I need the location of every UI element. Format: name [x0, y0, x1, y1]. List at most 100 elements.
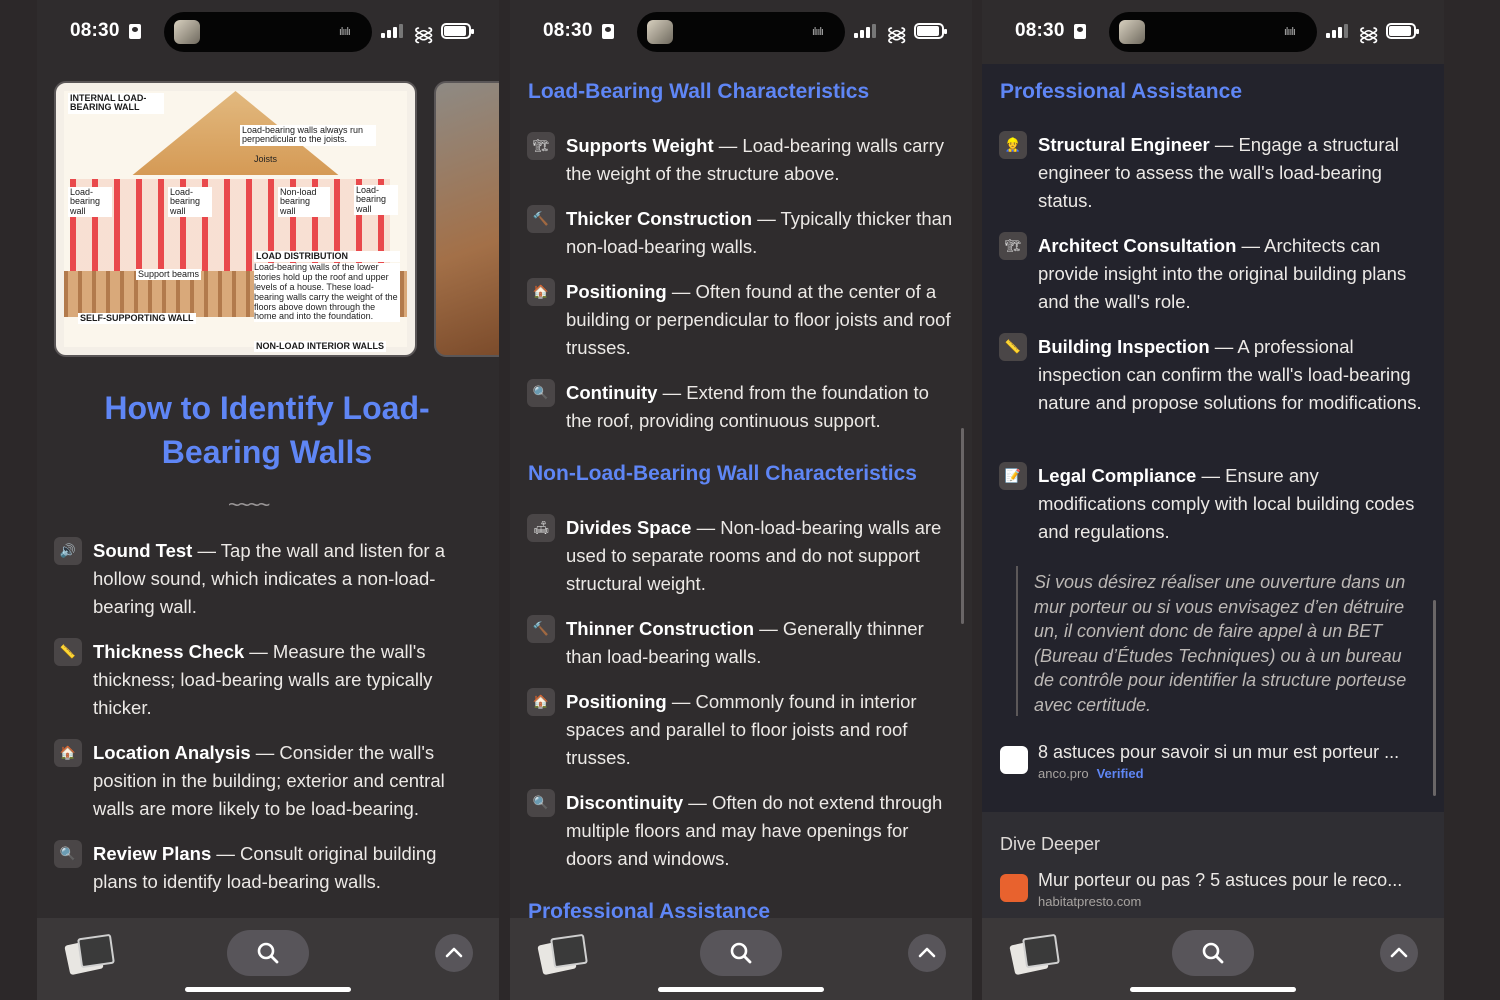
bottom-toolbar [510, 918, 972, 1000]
status-time: 08:30 [1015, 20, 1065, 41]
wifi-icon: ᯼ [1358, 24, 1380, 46]
battery-icon [1386, 23, 1419, 39]
item-title: Supports Weight [566, 135, 714, 156]
home-indicator[interactable] [1130, 987, 1296, 992]
verified-badge: Verified [1096, 766, 1144, 781]
status-bar: 08:30 ılıılı ᯼ [510, 0, 972, 64]
item-title: Thickness Check [93, 641, 245, 662]
sim-icon [1074, 24, 1086, 39]
answer-content[interactable]: INTERNAL LOAD-BEARING WALL Load-bearing … [37, 64, 499, 918]
search-icon [257, 942, 279, 964]
scroll-up-button[interactable] [908, 934, 946, 972]
tabs-thumbnail-button[interactable] [1009, 933, 1060, 976]
chevron-up-icon [1390, 947, 1408, 958]
habitatpresto-favicon-icon [1000, 874, 1028, 902]
diagram-non-load-walls: NON-LOAD INTERIOR WALLS [254, 341, 386, 353]
waveform-icon: ılıılı [811, 26, 824, 38]
diagram-image[interactable]: INTERNAL LOAD-BEARING WALL Load-bearing … [54, 81, 417, 357]
anco-favicon-icon [1000, 746, 1028, 774]
hammer-icon: 🔨 [527, 615, 555, 643]
house-icon: 🏠 [54, 739, 82, 767]
stage: 08:30 ılıılı ᯼ INTERNAL LOAD-BEARING WAL… [0, 0, 1500, 1000]
tabs-thumbnail-button[interactable] [64, 933, 115, 976]
magnifier-icon: 🔍 [527, 789, 555, 817]
answer-content[interactable]: Load-Bearing Wall Characteristics 🏗 Supp… [510, 64, 972, 918]
diagram-joists: Joists [254, 154, 278, 164]
tabs-thumbnail-button[interactable] [537, 933, 588, 976]
carousel-next-image[interactable] [434, 81, 499, 357]
dynamic-island[interactable]: ılıılı [1109, 12, 1317, 52]
dynamic-island[interactable]: ılıılı [637, 12, 845, 52]
source-domain: anco.pro [1038, 766, 1089, 781]
hammer-icon: 🔨 [527, 205, 555, 233]
house-icon: 🏠 [527, 278, 555, 306]
section-title: Load-Bearing Wall Characteristics [528, 80, 870, 103]
album-art-icon [1119, 20, 1145, 44]
scroll-up-button[interactable] [435, 934, 473, 972]
scrollbar[interactable] [1433, 600, 1436, 796]
album-art-icon [174, 20, 200, 44]
status-time: 08:30 [543, 20, 593, 41]
item-title: Thinner Construction [566, 618, 755, 639]
battery-icon [441, 23, 474, 39]
search-icon [1202, 942, 1224, 964]
phone-screen-3: 08:30 ılıılı ᯼ Professional Assistance 👷… [982, 0, 1444, 1000]
cellular-signal-icon [854, 24, 876, 38]
item-title: Review Plans [93, 843, 212, 864]
sim-icon [602, 24, 614, 39]
status-bar: 08:30 ılıılı ᯼ [982, 0, 1444, 64]
status-time: 08:30 [70, 20, 120, 41]
waveform-icon: ılıılı [338, 26, 351, 38]
scrollbar[interactable] [961, 428, 964, 624]
ruler-icon: 📏 [999, 333, 1027, 361]
source-title: 8 astuces pour savoir si un mur est port… [1038, 742, 1400, 762]
item-title: Building Inspection [1038, 336, 1210, 357]
diagram-self-supporting: SELF-SUPPORTING WALL [78, 313, 196, 325]
chevron-up-icon [445, 947, 463, 958]
item-title: Discontinuity [566, 792, 684, 813]
item-title: Positioning [566, 691, 667, 712]
bottom-toolbar [37, 918, 499, 1000]
search-icon [730, 942, 752, 964]
construction-worker-icon: 👷 [999, 131, 1027, 159]
house-icon: 🏠 [527, 688, 555, 716]
diagram-support-beams: Support beams [136, 269, 202, 281]
source-domain: habitatpresto.com [1038, 894, 1142, 909]
home-indicator[interactable] [185, 987, 351, 992]
status-bar: 08:30 ılıılı ᯼ [37, 0, 499, 64]
chevron-up-icon [918, 947, 936, 958]
magnifier-icon: 🔍 [527, 379, 555, 407]
search-button[interactable] [227, 930, 309, 976]
phone-screen-2: 08:30 ılıılı ᯼ Load-Bearing Wall Charact… [510, 0, 972, 1000]
item-title: Divides Space [566, 517, 692, 538]
diagram-label-nlb: Non-load bearing wall [278, 187, 330, 218]
search-button[interactable] [1172, 930, 1254, 976]
diagram-title: INTERNAL LOAD-BEARING WALL [68, 93, 164, 114]
quote-text: Si vous désirez réaliser une ouverture d… [1034, 572, 1407, 715]
home-indicator[interactable] [658, 987, 824, 992]
item-title: Sound Test [93, 540, 193, 561]
diagram-load-title: LOAD DISTRIBUTION [254, 251, 400, 263]
crane-icon: 🏗 [527, 132, 555, 160]
item-title: Structural Engineer [1038, 134, 1210, 155]
wifi-icon: ᯼ [886, 24, 908, 46]
cellular-signal-icon [1326, 24, 1348, 38]
magnifier-icon: 🔍 [54, 840, 82, 868]
search-button[interactable] [700, 930, 782, 976]
waveform-icon: ılıılı [1283, 26, 1296, 38]
dynamic-island[interactable]: ılıılı [164, 12, 372, 52]
divider-squiggle: ~~~~ [228, 492, 270, 517]
diagram-label-lb1: Load-bearing wall [68, 187, 112, 218]
source-title: Mur porteur ou pas ? 5 astuces pour le r… [1038, 870, 1403, 890]
phone-screen-1: 08:30 ılıılı ᯼ INTERNAL LOAD-BEARING WAL… [37, 0, 499, 1000]
section-title: Non-Load-Bearing Wall Characteristics [528, 462, 917, 485]
sofa-icon: 🛋 [527, 514, 555, 542]
dive-deeper-title: Dive Deeper [1000, 834, 1101, 854]
ruler-icon: 📏 [54, 638, 82, 666]
battery-icon [914, 23, 947, 39]
speaker-icon: 🔊 [54, 537, 82, 565]
scroll-up-button[interactable] [1380, 934, 1418, 972]
sim-icon [129, 24, 141, 39]
answer-content[interactable]: Professional Assistance 👷 Structural Eng… [982, 64, 1444, 918]
album-art-icon [647, 20, 673, 44]
